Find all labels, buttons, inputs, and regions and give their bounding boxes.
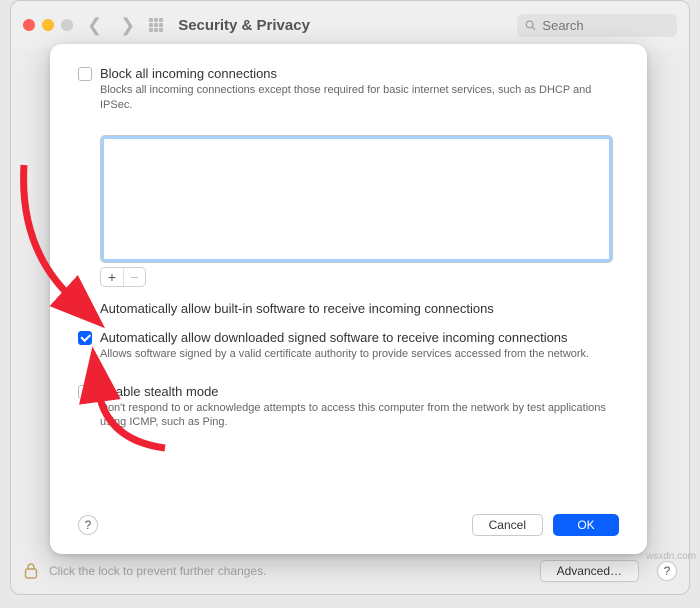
- auto-signed-row[interactable]: Automatically allow downloaded signed so…: [78, 330, 619, 345]
- lock-icon[interactable]: [23, 562, 39, 580]
- toolbar: ❮ ❯ Security & Privacy: [11, 1, 689, 49]
- footer-bar: Click the lock to prevent further change…: [23, 560, 677, 582]
- auto-signed-checkbox[interactable]: [78, 331, 92, 345]
- sheet-footer: ? Cancel OK: [78, 514, 619, 536]
- stealth-label: Enable stealth mode: [100, 384, 219, 399]
- lock-hint: Click the lock to prevent further change…: [49, 564, 266, 578]
- advanced-button[interactable]: Advanced…: [540, 560, 639, 582]
- back-button[interactable]: ❮: [83, 15, 106, 36]
- search-icon: [525, 19, 536, 32]
- remove-button: −: [123, 268, 145, 286]
- auto-builtin-row[interactable]: Automatically allow built-in software to…: [78, 301, 619, 316]
- window-title: Security & Privacy: [178, 17, 310, 34]
- all-prefs-icon[interactable]: [149, 18, 164, 33]
- close-icon[interactable]: [23, 19, 35, 31]
- sheet-help-button[interactable]: ?: [78, 515, 98, 535]
- zoom-icon: [61, 19, 73, 31]
- add-button[interactable]: +: [101, 268, 123, 286]
- minimize-icon[interactable]: [42, 19, 54, 31]
- firewall-options-sheet: Block all incoming connections Blocks al…: [50, 44, 647, 554]
- block-all-desc: Blocks all incoming connections except t…: [100, 83, 619, 113]
- app-list[interactable]: [100, 135, 613, 263]
- auto-builtin-label: Automatically allow built-in software to…: [100, 301, 494, 316]
- ok-button[interactable]: OK: [553, 514, 619, 536]
- auto-signed-label: Automatically allow downloaded signed so…: [100, 330, 568, 345]
- stealth-row[interactable]: Enable stealth mode: [78, 384, 619, 399]
- stealth-desc: Don't respond to or acknowledge attempts…: [100, 401, 619, 431]
- window-controls: [23, 19, 73, 31]
- search-input[interactable]: [542, 18, 669, 33]
- block-all-row[interactable]: Block all incoming connections: [78, 66, 619, 81]
- cancel-button[interactable]: Cancel: [472, 514, 543, 536]
- auto-builtin-checkbox[interactable]: [78, 302, 92, 316]
- help-button[interactable]: ?: [657, 561, 677, 581]
- block-all-checkbox[interactable]: [78, 67, 92, 81]
- forward-button: ❯: [116, 15, 139, 36]
- block-all-label: Block all incoming connections: [100, 66, 277, 81]
- auto-signed-desc: Allows software signed by a valid certif…: [100, 347, 619, 362]
- search-field[interactable]: [517, 14, 677, 37]
- add-remove-group: + −: [100, 267, 146, 287]
- watermark: wsxdn.com: [646, 551, 696, 562]
- stealth-checkbox[interactable]: [78, 385, 92, 399]
